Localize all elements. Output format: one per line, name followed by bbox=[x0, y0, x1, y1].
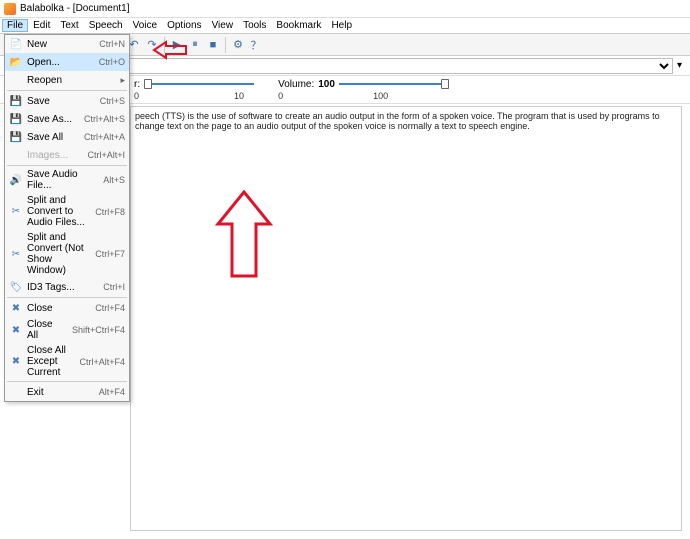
blank-icon bbox=[9, 148, 23, 162]
menu-item-shortcut: Ctrl+N bbox=[99, 39, 125, 49]
menu-item-images: Images... Ctrl+Alt+I bbox=[5, 146, 129, 164]
menu-bar: FileEditTextSpeechVoiceOptionsViewToolsB… bbox=[0, 18, 690, 34]
volume-label: Volume: bbox=[278, 79, 314, 90]
id3-icon: 🏷 bbox=[9, 280, 23, 294]
saveas-icon: 💾 bbox=[9, 112, 23, 126]
menu-help[interactable]: Help bbox=[326, 19, 357, 32]
submenu-arrow-icon: ▸ bbox=[120, 75, 125, 86]
menu-options[interactable]: Options bbox=[162, 19, 206, 32]
audio-icon: 🔊 bbox=[9, 173, 23, 187]
menu-item-label: Open... bbox=[27, 57, 91, 68]
open-icon: 📂 bbox=[9, 55, 23, 69]
menu-item-split-and-convert-to-audio-files[interactable]: ✂ Split and Convert to Audio Files... Ctrl… bbox=[5, 193, 129, 230]
volume-value: 100 bbox=[318, 79, 335, 90]
menu-item-shortcut: Ctrl+Alt+S bbox=[84, 114, 125, 124]
split2-icon: ✂ bbox=[9, 247, 23, 261]
menu-separator bbox=[7, 90, 127, 91]
menu-voice[interactable]: Voice bbox=[128, 19, 162, 32]
rate-label: r: bbox=[134, 79, 140, 90]
close-icon: ✖ bbox=[9, 301, 23, 315]
menu-item-close-all-except-current[interactable]: ✖ Close All Except Current Ctrl+Alt+F4 bbox=[5, 343, 129, 380]
body-text: peech (TTS) is the use of software to cr… bbox=[135, 111, 677, 131]
menu-item-shortcut: Ctrl+Alt+I bbox=[87, 150, 125, 160]
menu-file[interactable]: File bbox=[2, 19, 28, 32]
app-icon bbox=[4, 3, 16, 15]
menu-separator bbox=[7, 165, 127, 166]
menu-item-shortcut: Ctrl+S bbox=[100, 96, 125, 106]
dropdown-arrow-icon[interactable]: ▾ bbox=[673, 60, 686, 71]
menu-edit[interactable]: Edit bbox=[28, 19, 55, 32]
annotation-arrow-body bbox=[214, 190, 274, 280]
menu-item-save[interactable]: 💾 Save Ctrl+S bbox=[5, 92, 129, 110]
menu-item-label: ID3 Tags... bbox=[27, 282, 95, 293]
closeall-icon: ✖ bbox=[9, 323, 23, 337]
blank-icon bbox=[9, 73, 23, 87]
menu-item-label: Save Audio File... bbox=[27, 169, 95, 191]
menu-item-label: Save As... bbox=[27, 114, 76, 125]
rate-slider[interactable]: r: 0 10 bbox=[134, 79, 254, 101]
menu-item-reopen[interactable]: Reopen ▸ bbox=[5, 71, 129, 89]
menu-item-shortcut: Shift+Ctrl+F4 bbox=[72, 325, 125, 335]
menu-item-save-as[interactable]: 💾 Save As... Ctrl+Alt+S bbox=[5, 110, 129, 128]
menu-item-label: Split and Convert to Audio Files... bbox=[27, 195, 87, 228]
volume-slider[interactable]: Volume: 100 0 100 bbox=[278, 79, 449, 101]
menu-item-new[interactable]: 📄 New Ctrl+N bbox=[5, 35, 129, 53]
menu-item-label: Reopen bbox=[27, 75, 116, 86]
menu-separator bbox=[7, 381, 127, 382]
menu-item-close[interactable]: ✖ Close Ctrl+F4 bbox=[5, 299, 129, 317]
menu-item-shortcut: Ctrl+Alt+F4 bbox=[79, 357, 125, 367]
menu-separator bbox=[7, 297, 127, 298]
menu-item-open[interactable]: 📂 Open... Ctrl+O bbox=[5, 53, 129, 71]
menu-item-close-all[interactable]: ✖ Close All Shift+Ctrl+F4 bbox=[5, 317, 129, 343]
text-area[interactable]: peech (TTS) is the use of software to cr… bbox=[130, 106, 682, 531]
menu-item-label: New bbox=[27, 39, 91, 50]
menu-item-label: Close bbox=[27, 303, 87, 314]
menu-item-shortcut: Ctrl+F4 bbox=[95, 303, 125, 313]
menu-item-label: Split and Convert (Not Show Window) bbox=[27, 232, 87, 276]
menu-item-exit[interactable]: Exit Alt+F4 bbox=[5, 383, 129, 401]
menu-item-shortcut: Alt+F4 bbox=[99, 387, 125, 397]
settings-icon[interactable]: ⚙ bbox=[230, 37, 246, 53]
window-title: Balabolka - [Document1] bbox=[20, 3, 130, 14]
menu-item-shortcut: Ctrl+F7 bbox=[95, 249, 125, 259]
menu-item-label: Save bbox=[27, 96, 92, 107]
blank-icon bbox=[9, 385, 23, 399]
menu-item-shortcut: Ctrl+F8 bbox=[95, 207, 125, 217]
menu-item-shortcut: Alt+S bbox=[103, 175, 125, 185]
menu-tools[interactable]: Tools bbox=[238, 19, 271, 32]
closeexc-icon: ✖ bbox=[9, 355, 23, 369]
menu-view[interactable]: View bbox=[207, 19, 239, 32]
saveall-icon: 💾 bbox=[9, 130, 23, 144]
menu-item-label: Close All bbox=[27, 319, 64, 341]
new-icon: 📄 bbox=[9, 37, 23, 51]
annotation-arrow-open bbox=[152, 40, 188, 60]
menu-bookmark[interactable]: Bookmark bbox=[271, 19, 326, 32]
menu-item-save-audio-file[interactable]: 🔊 Save Audio File... Alt+S bbox=[5, 167, 129, 193]
menu-text[interactable]: Text bbox=[55, 19, 83, 32]
menu-item-shortcut: Ctrl+I bbox=[103, 282, 125, 292]
file-menu-dropdown: 📄 New Ctrl+N 📂 Open... Ctrl+O Reopen ▸ 💾 Save Ctrl… bbox=[4, 34, 130, 402]
menu-item-label: Save All bbox=[27, 132, 76, 143]
menu-item-id3-tags[interactable]: 🏷 ID3 Tags... Ctrl+I bbox=[5, 278, 129, 296]
menu-item-shortcut: Ctrl+O bbox=[99, 57, 125, 67]
save-icon: 💾 bbox=[9, 94, 23, 108]
help-icon[interactable]: ？ bbox=[248, 37, 264, 53]
split-icon: ✂ bbox=[9, 205, 23, 219]
menu-speech[interactable]: Speech bbox=[84, 19, 128, 32]
pause-icon[interactable]: ⏸ bbox=[187, 37, 203, 53]
stop-icon[interactable]: ■ bbox=[205, 37, 221, 53]
menu-item-save-all[interactable]: 💾 Save All Ctrl+Alt+A bbox=[5, 128, 129, 146]
menu-item-label: Exit bbox=[27, 387, 91, 398]
title-bar: Balabolka - [Document1] bbox=[0, 0, 690, 18]
menu-item-split-and-convert-not-show-window[interactable]: ✂ Split and Convert (Not Show Window) Ctrl… bbox=[5, 230, 129, 278]
menu-item-shortcut: Ctrl+Alt+A bbox=[84, 132, 125, 142]
menu-item-label: Close All Except Current bbox=[27, 345, 71, 378]
menu-item-label: Images... bbox=[27, 150, 79, 161]
